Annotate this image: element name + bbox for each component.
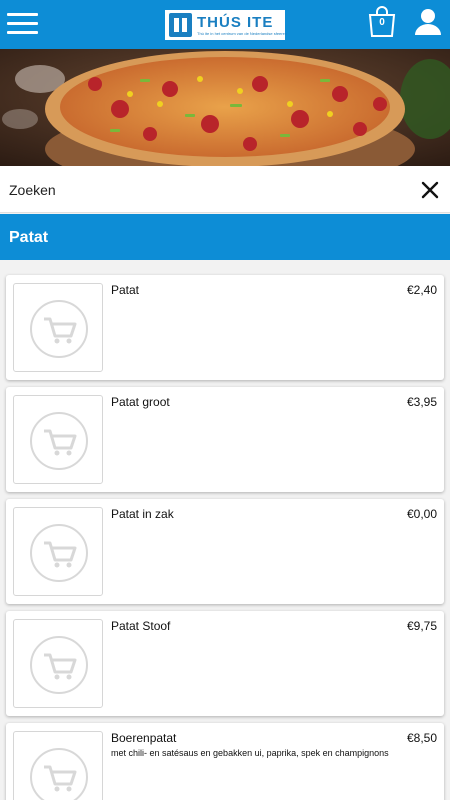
product-name: Boerenpatat [111,731,177,745]
product-name: Patat [111,283,140,297]
product-card[interactable]: Boerenpatat €8,50 met chili- en satésaus… [6,723,444,800]
product-price: €2,40 [406,283,437,297]
cart-count-badge: 0 [379,17,385,28]
pizza-banner-image [0,49,450,166]
product-price: €0,00 [406,507,437,521]
category-header[interactable]: Patat [0,214,450,260]
product-name: Patat Stoof [111,619,171,633]
product-thumbnail [13,619,103,708]
search-input[interactable] [9,175,389,205]
shopping-cart-icon [30,748,88,800]
close-icon [421,181,439,199]
account-button[interactable] [414,8,442,36]
shopping-cart-icon [30,636,88,694]
category-title: Patat [9,229,49,246]
product-thumbnail [13,395,103,484]
product-thumbnail [13,731,103,800]
search-bar [0,166,450,213]
logo-tagline: Thú ite in het centrum van de Nederlands… [197,30,288,36]
product-thumbnail [13,507,103,596]
product-price: €3,95 [406,395,437,409]
product-thumbnail [13,283,103,372]
product-card[interactable]: Patat groot €3,95 [6,387,444,492]
product-card[interactable]: Patat in zak €0,00 [6,499,444,604]
hamburger-menu-icon[interactable] [7,13,38,35]
product-card[interactable]: Patat €2,40 [6,275,444,380]
product-card[interactable]: Patat Stoof €9,75 [6,611,444,716]
product-price: €9,75 [406,619,437,633]
product-name: Patat in zak [111,507,174,521]
logo-emblem-icon [169,13,192,37]
top-app-bar: THÚS ITE Thú ite in het centrum van de N… [0,0,450,49]
product-price: €8,50 [406,731,437,745]
shopping-cart-icon [30,412,88,470]
shopping-cart-icon [30,524,88,582]
user-icon [415,9,441,35]
shopping-cart-icon [30,300,88,358]
clear-search-button[interactable] [420,180,440,200]
product-description: met chili- en satésaus en gebakken ui, p… [111,748,389,758]
product-name: Patat groot [111,395,170,409]
logo-name: THÚS ITE [197,13,274,31]
shopping-bag-button[interactable]: 0 [368,6,396,38]
brand-logo[interactable]: THÚS ITE Thú ite in het centrum van de N… [165,10,288,40]
